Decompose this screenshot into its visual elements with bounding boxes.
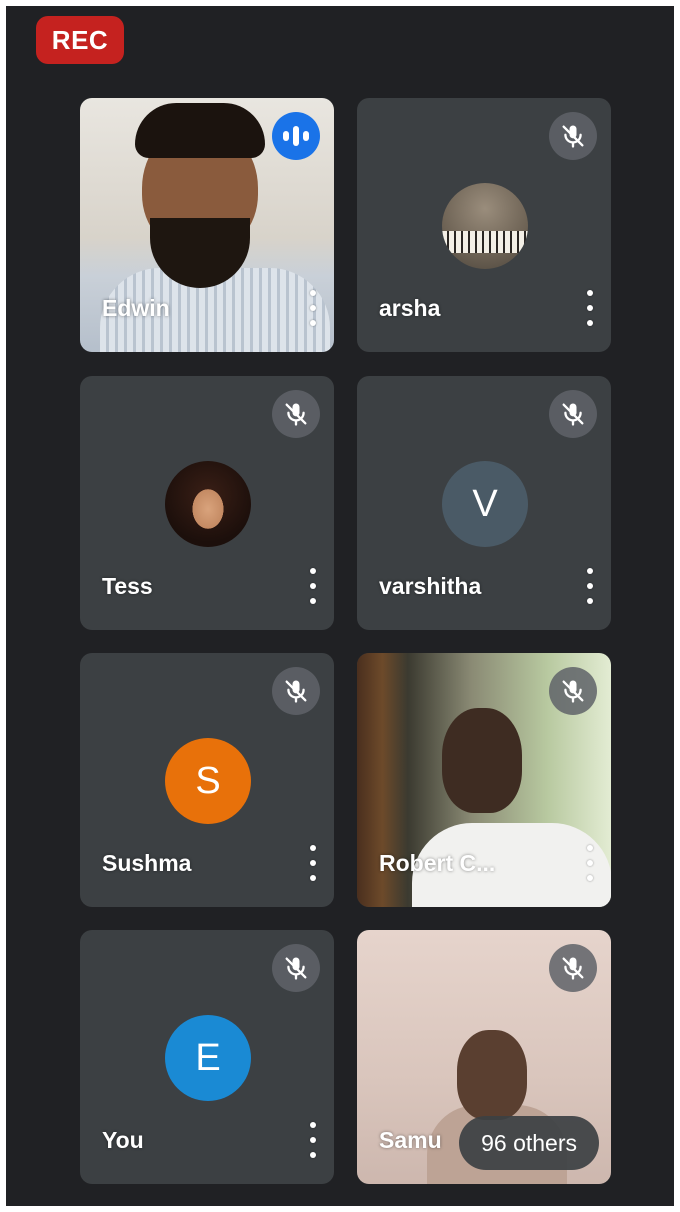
- participant-avatar-initial: S: [165, 738, 251, 824]
- more-vert-icon[interactable]: [304, 290, 322, 326]
- more-vert-icon[interactable]: [304, 845, 322, 881]
- participant-name: Edwin: [102, 295, 170, 321]
- more-vert-icon[interactable]: [581, 568, 599, 604]
- mic-off-icon: [549, 944, 597, 992]
- participant-name: arsha: [379, 295, 441, 321]
- participant-avatar-initial: V: [442, 461, 528, 547]
- participant-name: Tess: [102, 573, 153, 599]
- participant-avatar-photo: [165, 461, 251, 547]
- mic-off-icon: [549, 112, 597, 160]
- more-vert-icon[interactable]: [581, 290, 599, 326]
- participant-tile-sushma[interactable]: S Sushma: [80, 653, 334, 907]
- participant-name: Robert C...: [379, 850, 496, 876]
- mic-off-icon: [272, 667, 320, 715]
- more-vert-icon[interactable]: [581, 845, 599, 881]
- participant-tile-varshitha[interactable]: V varshitha: [357, 376, 611, 630]
- participant-tile-robert[interactable]: Robert C...: [357, 653, 611, 907]
- meeting-screen: REC Edwin arsha Tess V varshitha S Sushm…: [6, 6, 674, 1206]
- participant-tile-edwin[interactable]: Edwin: [80, 98, 334, 352]
- participant-name: varshitha: [379, 573, 482, 599]
- more-vert-icon[interactable]: [304, 568, 322, 604]
- participant-name: You: [102, 1127, 144, 1153]
- participant-avatar-photo: [442, 183, 528, 269]
- others-count-button[interactable]: 96 others: [459, 1116, 599, 1170]
- participant-tile-arsha[interactable]: arsha: [357, 98, 611, 352]
- mic-off-icon: [549, 667, 597, 715]
- mic-off-icon: [272, 390, 320, 438]
- recording-badge: REC: [36, 16, 124, 64]
- mic-off-icon: [272, 944, 320, 992]
- participant-avatar-initial: E: [165, 1015, 251, 1101]
- participant-name: Samu: [379, 1127, 442, 1153]
- participant-tile-tess[interactable]: Tess: [80, 376, 334, 630]
- participant-tile-you[interactable]: E You: [80, 930, 334, 1184]
- speaking-indicator-icon: [272, 112, 320, 160]
- participant-name: Sushma: [102, 850, 192, 876]
- more-vert-icon[interactable]: [304, 1122, 322, 1158]
- mic-off-icon: [549, 390, 597, 438]
- participant-tile-samuel[interactable]: Samu 96 others: [357, 930, 611, 1184]
